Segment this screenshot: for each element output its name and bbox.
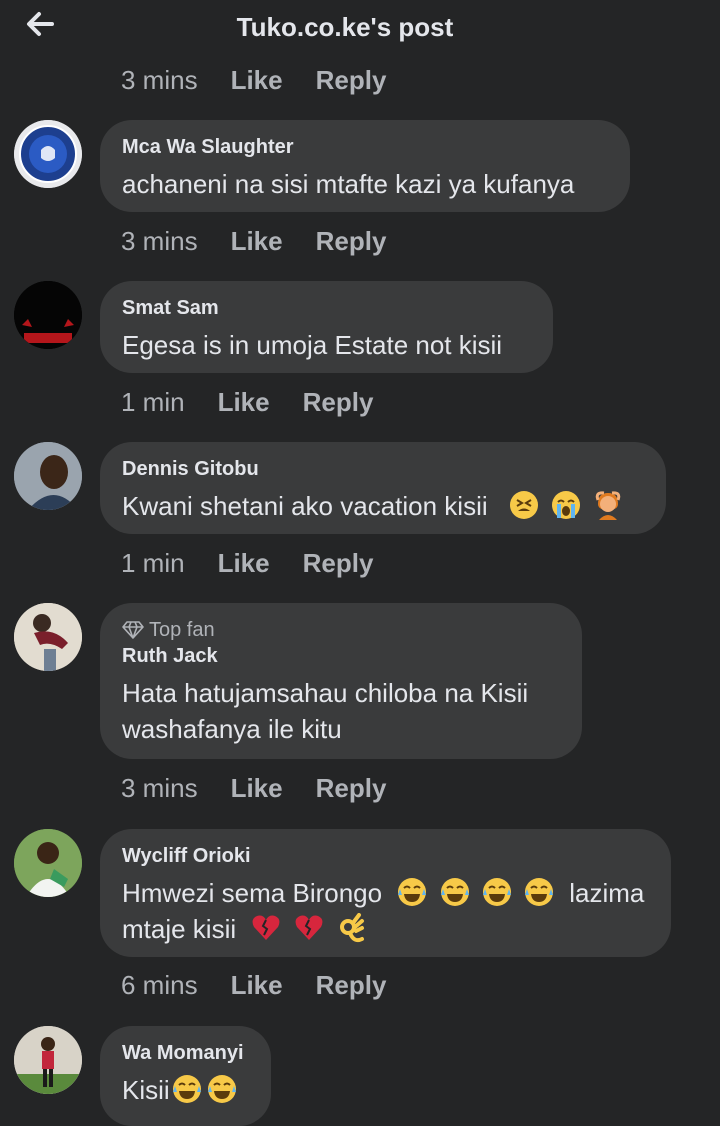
comment-text-line: mtaje kisii <box>122 911 649 947</box>
header: Tuko.co.ke's post <box>0 0 720 52</box>
joy-emoji-icon <box>172 1075 201 1103</box>
reply-button[interactable]: Reply <box>316 65 387 96</box>
joy-emoji-icon <box>482 878 511 906</box>
profile-photo-icon <box>14 829 82 897</box>
comment-author[interactable]: Smat Sam <box>122 295 531 321</box>
like-button[interactable]: Like <box>231 65 283 96</box>
comment-author[interactable]: Wycliff Orioki <box>122 843 649 869</box>
comment-bubble[interactable]: Smat Sam Egesa is in umoja Estate not ki… <box>100 281 553 373</box>
comment-text-content: Kisii <box>122 1075 170 1105</box>
comment-meta: 6 mins Like Reply <box>121 967 386 1003</box>
comment-meta: 1 min Like Reply <box>121 545 373 581</box>
broken-heart-emoji-icon <box>252 915 280 940</box>
comment-time: 3 mins <box>121 225 198 256</box>
reply-button[interactable]: Reply <box>316 226 387 257</box>
like-button[interactable]: Like <box>218 387 270 418</box>
like-button[interactable]: Like <box>231 970 283 1001</box>
comment-text-line: washafanya ile kitu <box>122 714 342 744</box>
crying-face-emoji-icon <box>552 491 581 519</box>
comment-text: Kisii <box>122 1072 249 1108</box>
reply-button[interactable]: Reply <box>303 548 374 579</box>
avatar[interactable] <box>14 1026 82 1094</box>
manchester-logo-icon <box>14 281 82 349</box>
top-fan-label: Top fan <box>149 619 215 641</box>
comment-text: Egesa is in umoja Estate not kisii <box>122 330 503 360</box>
comment-text-line: Hata hatujamsahau chiloba na Kisii <box>122 678 529 708</box>
avatar[interactable] <box>14 281 82 349</box>
diamond-icon <box>122 621 144 639</box>
comment-author[interactable]: Dennis Gitobu <box>122 456 644 482</box>
tired-face-emoji-icon <box>509 491 538 519</box>
reply-button[interactable]: Reply <box>316 773 387 804</box>
profile-photo-icon <box>14 442 82 510</box>
like-button[interactable]: Like <box>231 226 283 257</box>
joy-emoji-icon <box>207 1075 236 1103</box>
comment-bubble[interactable]: Top fan Ruth Jack Hata hatujamsahau chil… <box>100 603 582 759</box>
profile-photo-icon <box>14 1026 82 1094</box>
comment-text-content: Hmwezi sema Birongo <box>122 878 383 908</box>
comment-time: 1 min <box>121 547 185 578</box>
avatar[interactable] <box>14 829 82 897</box>
reply-button[interactable]: Reply <box>316 970 387 1001</box>
profile-photo-icon <box>14 603 82 671</box>
top-fan-badge: Top fan <box>122 617 560 643</box>
comment-time: 1 min <box>121 386 185 417</box>
comment-text: Kwani shetani ako vacation kisii <box>122 488 644 524</box>
avatar[interactable] <box>14 442 82 510</box>
ok-hand-emoji-icon <box>339 913 364 943</box>
comment-bubble[interactable]: Mca Wa Slaughter achaneni na sisi mtafte… <box>100 120 630 212</box>
comment-meta: 1 min Like Reply <box>121 384 373 420</box>
comment-text: achaneni na sisi mtafte kazi ya kufanya <box>122 169 575 199</box>
comment-text-content: mtaje kisii <box>122 914 237 944</box>
broken-heart-emoji-icon <box>295 915 323 940</box>
comment-time: 3 mins <box>121 64 198 95</box>
joy-emoji-icon <box>440 878 469 906</box>
avatar[interactable] <box>14 120 82 188</box>
comment-meta: 3 mins Like Reply <box>121 770 386 806</box>
avatar[interactable] <box>14 603 82 671</box>
comment-author[interactable]: Ruth Jack <box>122 643 560 669</box>
comment-bubble[interactable]: Wa Momanyi Kisii <box>100 1026 271 1126</box>
comment-meta: 3 mins Like Reply <box>121 62 386 98</box>
person-gesturing-ok-emoji-icon <box>596 491 621 520</box>
comment-time: 6 mins <box>121 969 198 1000</box>
like-button[interactable]: Like <box>231 773 283 804</box>
comment-author[interactable]: Wa Momanyi <box>122 1040 249 1066</box>
joy-emoji-icon <box>525 878 554 906</box>
comment-text-content: lazima <box>569 878 645 908</box>
chelsea-crest-icon <box>14 120 82 188</box>
like-button[interactable]: Like <box>218 548 270 579</box>
comment-author[interactable]: Mca Wa Slaughter <box>122 134 608 160</box>
joy-emoji-icon <box>398 878 427 906</box>
comment-time: 3 mins <box>121 772 198 803</box>
comment-text-line: Hmwezi sema Birongo lazima <box>122 875 649 911</box>
reply-button[interactable]: Reply <box>303 387 374 418</box>
comment-meta: 3 mins Like Reply <box>121 223 386 259</box>
comment-text-content: Kwani shetani ako vacation kisii <box>122 491 488 521</box>
comment-bubble[interactable]: Wycliff Orioki Hmwezi sema Birongo lazim… <box>100 829 671 957</box>
post-title: Tuko.co.ke's post <box>236 12 454 42</box>
comment-bubble[interactable]: Dennis Gitobu Kwani shetani ako vacation… <box>100 442 666 534</box>
